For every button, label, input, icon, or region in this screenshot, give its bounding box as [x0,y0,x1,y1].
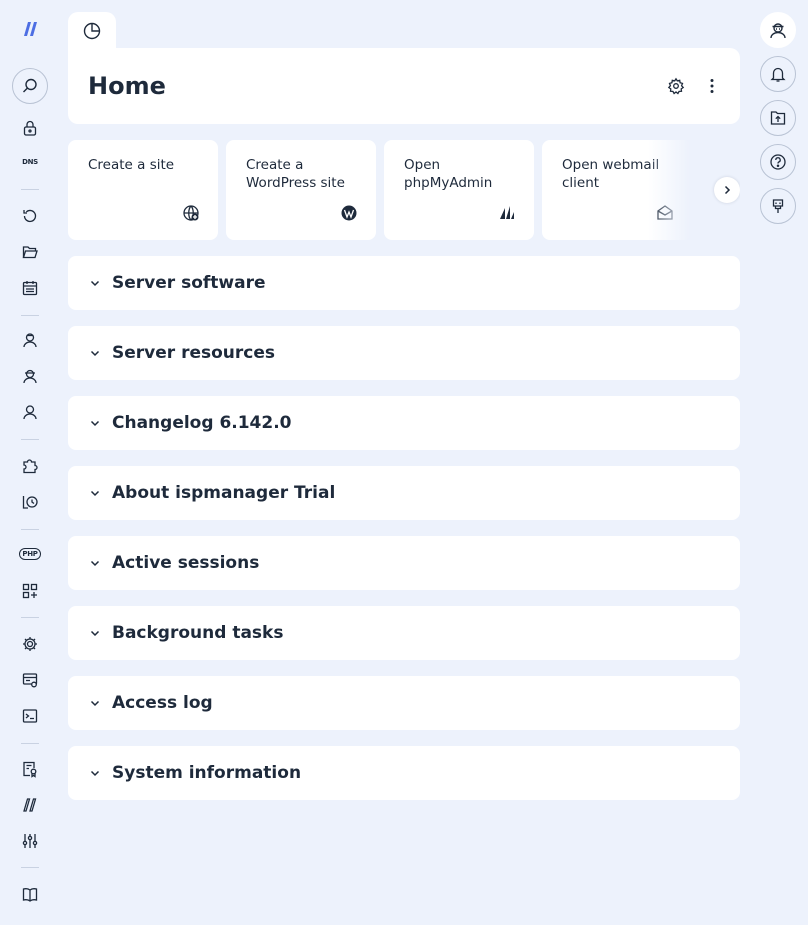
quick-actions: Create a site Create a WordPress site Op… [68,140,740,240]
section-title: Active sessions [112,553,260,573]
card-label: Open phpMyAdmin [404,157,493,191]
webmail-icon [656,204,674,222]
gear-icon [667,77,685,95]
user-icon[interactable] [19,401,41,423]
section-title: Changelog 6.142.0 [112,413,292,433]
section-title: Server resources [112,343,275,363]
dashboard-pie-icon [83,22,101,40]
chevron-down-icon [88,346,102,360]
plug-icon [772,199,784,213]
apps-icon[interactable] [19,580,41,602]
open-phpmyadmin-card[interactable]: Open phpMyAdmin [384,140,534,240]
section-about[interactable]: About ispmanager Trial [68,466,740,520]
tab-dashboard[interactable] [68,12,116,52]
admin-user-icon[interactable] [19,329,41,351]
globe-plus-icon [182,204,200,222]
certificate-icon[interactable] [19,758,41,780]
notifications-button[interactable] [760,56,796,92]
section-active-sessions[interactable]: Active sessions [68,536,740,590]
lock-icon[interactable] [19,117,41,139]
section-background-tasks[interactable]: Background tasks [68,606,740,660]
calendar-icon[interactable] [19,277,41,299]
chevron-down-icon [88,696,102,710]
section-changelog[interactable]: Changelog 6.142.0 [68,396,740,450]
dns-icon[interactable]: DNS [19,151,41,173]
next-cards-button[interactable] [714,177,740,203]
page-header: Home [68,48,740,124]
kebab-menu-icon [710,79,714,93]
card-label: Create a site [88,157,175,173]
create-site-card[interactable]: Create a site [68,140,218,240]
user-avatar-button[interactable] [760,12,796,48]
ispmanager-logo-icon[interactable] [21,20,39,38]
avatar-icon [770,23,786,39]
cron-icon[interactable] [19,491,41,513]
plugin-button[interactable] [760,188,796,224]
chevron-down-icon [88,486,102,500]
bell-icon [770,67,786,82]
section-access-log[interactable]: Access log [68,676,740,730]
gear-icon[interactable] [19,633,41,655]
reseller-icon[interactable] [19,365,41,387]
docs-book-icon[interactable] [19,883,41,905]
file-upload-button[interactable] [760,100,796,136]
php-icon[interactable]: PHP [19,543,41,565]
help-button[interactable] [760,144,796,180]
section-server-resources[interactable]: Server resources [68,326,740,380]
backup-icon[interactable] [19,205,41,227]
question-icon [770,154,786,170]
folder-icon[interactable] [19,241,41,263]
create-wordpress-card[interactable]: Create a WordPress site [226,140,376,240]
search-icon [23,78,37,93]
section-title: Background tasks [112,623,284,643]
open-webmail-card[interactable]: Open webmail client [542,140,692,240]
card-label: Open webmail client [562,157,660,191]
phpmyadmin-icon [498,204,516,222]
sliders-icon[interactable] [19,830,41,852]
left-sidebar: DNS PHP [0,0,60,925]
section-title: About ispmanager Trial [112,483,336,503]
chevron-down-icon [88,766,102,780]
settings-button[interactable] [665,75,687,97]
section-title: Server software [112,273,266,293]
chevron-down-icon [88,276,102,290]
section-server-software[interactable]: Server software [68,256,740,310]
folder-upload-icon [770,111,786,125]
more-menu-button[interactable] [701,75,723,97]
search-button[interactable] [12,68,48,104]
chevron-right-icon [724,185,731,195]
card-label: Create a WordPress site [246,157,345,191]
chevron-down-icon [88,556,102,570]
section-title: System information [112,763,302,783]
right-sidebar [760,0,796,925]
section-title: Access log [112,693,213,713]
chevron-down-icon [88,626,102,640]
ispmanager-mini-icon[interactable] [19,794,41,816]
dns-label: DNS [22,158,38,166]
wordpress-icon [340,204,358,222]
section-system-information[interactable]: System information [68,746,740,800]
extension-icon[interactable] [19,455,41,477]
server-settings-icon[interactable] [19,669,41,691]
page-title: Home [88,72,166,100]
php-label: PHP [19,548,41,560]
chevron-down-icon [88,416,102,430]
terminal-icon[interactable] [19,705,41,727]
